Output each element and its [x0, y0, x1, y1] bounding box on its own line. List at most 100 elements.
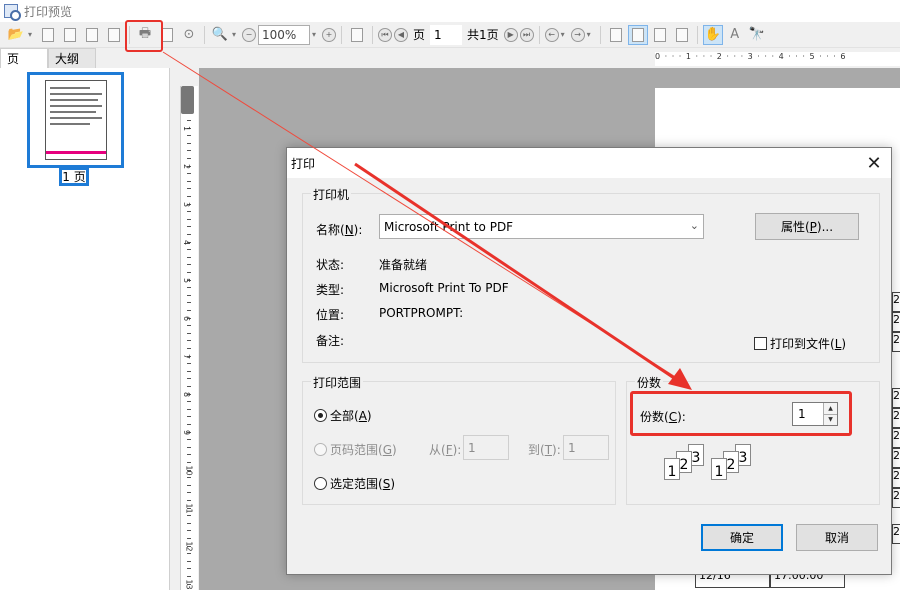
printer-name-label: 名称(N): [316, 223, 363, 237]
save-icon[interactable] [38, 25, 58, 45]
zoom-tool-icon[interactable]: 🔍 [210, 25, 230, 45]
ruler-tick [187, 576, 191, 577]
horizontal-ruler: 0 · · · 1 · · · 2 · · · 3 · · · 4 · · · … [655, 52, 900, 66]
ruler-number: 3 [182, 201, 192, 208]
ruler-number: 8 [182, 391, 192, 398]
close-icon[interactable]: ✕ [863, 152, 885, 174]
ruler-tick [187, 180, 191, 182]
find-icon[interactable]: 🔭 [747, 25, 767, 45]
ruler-number: 9 [182, 429, 192, 436]
ruler-tick [187, 226, 191, 228]
print-preview-icon [4, 4, 21, 21]
open-dropdown-icon[interactable]: ▾ [28, 30, 36, 39]
single-page-icon[interactable] [606, 25, 626, 45]
ruler-tick [187, 272, 191, 273]
zoom-combo-arrow-icon[interactable]: ▾ [312, 30, 320, 39]
ruler-tick [187, 173, 191, 175]
first-page-icon[interactable]: ⏮ [378, 27, 392, 42]
page-setup-icon[interactable] [82, 25, 102, 45]
dialog-title: 打印 [291, 156, 316, 171]
page-width-icon[interactable] [627, 24, 648, 45]
ruler-tick [187, 401, 191, 403]
ruler-tick [187, 522, 191, 524]
range-all-label[interactable]: 全部(A) [330, 407, 372, 424]
table-cell: 2 [892, 388, 900, 408]
properties-button[interactable]: 属性(P)... [755, 213, 859, 240]
hand-tool-icon[interactable]: ✋ [702, 24, 723, 45]
prev-page-icon[interactable]: ◀ [394, 27, 408, 42]
tab-outline[interactable]: 大纲 [48, 48, 96, 68]
last-page-icon[interactable]: ⏭ [519, 27, 534, 42]
ruler-tick [187, 120, 191, 121]
zoom-out-icon[interactable]: − [242, 27, 256, 42]
forward-dropdown-icon[interactable]: ▾ [587, 30, 595, 39]
ruler-scroll-handle[interactable] [181, 86, 194, 114]
two-pages-icon[interactable] [650, 25, 670, 45]
ruler-tick [187, 340, 191, 342]
print-to-file-checkbox[interactable] [754, 337, 767, 350]
ruler-tick [187, 363, 191, 365]
range-pages-label[interactable]: 页码范围(G) [330, 441, 397, 458]
zoom-dropdown-icon[interactable]: ▾ [232, 30, 240, 39]
ruler-tick [187, 386, 191, 387]
back-icon[interactable]: ← [544, 27, 559, 42]
thumbnail-page [45, 80, 107, 160]
back-dropdown-icon[interactable]: ▾ [561, 30, 569, 39]
thumbnail-footer-bar [46, 151, 106, 154]
to-page-input[interactable]: 1 [563, 435, 609, 460]
location-value: PORTPROMPT: [379, 306, 464, 320]
status-label: 状态: [316, 258, 345, 272]
print-to-file-label[interactable]: 打印到文件(L) [770, 335, 846, 352]
table-cell: 2 [892, 332, 900, 352]
zoom-combo[interactable]: 100% [258, 24, 310, 45]
from-label: 从(F): [429, 443, 462, 457]
ruler-tick [187, 196, 191, 197]
ruler-number: 7 [182, 353, 192, 360]
ruler-tick [187, 287, 191, 289]
cancel-button[interactable]: 取消 [796, 524, 878, 551]
print-range-group: 打印范围 全部(A) 页码范围(G) 从(F): 1 到(T): 1 选定范围(… [302, 374, 616, 505]
tab-pages[interactable]: 页 [0, 48, 48, 68]
ruler-number: 12 [184, 541, 194, 552]
type-label: 类型: [316, 283, 345, 297]
comment-label: 备注: [316, 334, 345, 348]
ruler-tick [187, 294, 191, 296]
page-copy-icon[interactable] [104, 25, 124, 45]
stop-icon[interactable]: ⊙ [179, 25, 199, 45]
ruler-tick [187, 462, 191, 463]
toolbar-separator [538, 25, 540, 44]
page-label: 页 [413, 28, 426, 42]
ruler-tick [187, 158, 191, 159]
printer-name-value: Microsoft Print to PDF [384, 219, 514, 234]
ruler-tick [187, 553, 191, 555]
zoom-in-icon[interactable]: + [322, 27, 336, 42]
range-selection-label[interactable]: 选定范围(S) [330, 475, 395, 492]
range-selection-radio[interactable] [314, 477, 327, 490]
type-value: Microsoft Print To PDF [379, 281, 509, 295]
open-icon[interactable]: 📂 [6, 25, 26, 45]
ruler-tick [187, 310, 191, 311]
ruler-tick [187, 370, 191, 372]
multiple-pages-icon[interactable] [672, 25, 692, 45]
range-pages-radio[interactable] [314, 443, 327, 456]
page-thumbnail[interactable] [27, 72, 124, 168]
ruler-tick [187, 484, 191, 486]
print-setup-icon[interactable] [60, 25, 80, 45]
range-all-radio[interactable] [314, 409, 327, 422]
ok-button[interactable]: 确定 [701, 524, 783, 551]
ruler-tick [187, 256, 191, 258]
vertical-ruler: 1 2 3 4 5 6 7 8 9 10 11 12 13 [180, 86, 198, 590]
ruler-number: 10 [184, 465, 194, 476]
text-select-icon[interactable]: A [725, 25, 745, 45]
next-page-icon[interactable]: ▶ [503, 27, 518, 42]
forward-icon[interactable]: → [570, 27, 585, 42]
page-number-input[interactable]: 1 [430, 24, 463, 45]
ruler-tick [187, 150, 191, 152]
from-page-input[interactable]: 1 [463, 435, 509, 460]
table-cell: 2 [892, 468, 900, 488]
thumbnails-toggle-icon[interactable] [347, 25, 367, 45]
ruler-tick [187, 234, 191, 235]
toolbar-separator [599, 25, 601, 44]
ruler-number: 13 [184, 579, 194, 590]
printer-name-select[interactable]: Microsoft Print to PDF ⌄ [379, 214, 704, 239]
